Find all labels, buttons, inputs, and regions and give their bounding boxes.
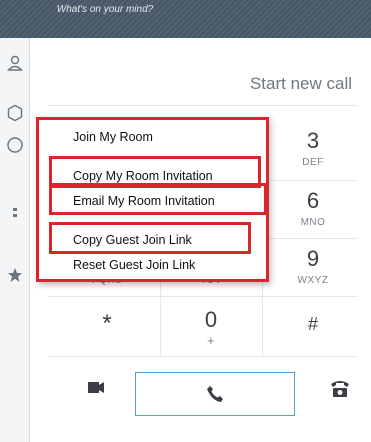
key-3[interactable]: 3 DEF bbox=[264, 120, 362, 180]
key-digit: 6 bbox=[306, 188, 320, 213]
video-icon[interactable] bbox=[88, 382, 104, 393]
call-actions bbox=[48, 360, 358, 416]
key-hash[interactable]: # bbox=[264, 297, 362, 357]
key-letters: DEF bbox=[302, 157, 324, 168]
call-button[interactable] bbox=[135, 372, 295, 416]
key-digit: # bbox=[307, 314, 318, 334]
menu-item-join-room[interactable]: Join My Room bbox=[39, 124, 153, 150]
desk-phone-icon[interactable] bbox=[330, 378, 350, 398]
menu-item-reset-guest-link[interactable]: Reset Guest Join Link bbox=[39, 252, 195, 278]
clock-icon[interactable] bbox=[6, 136, 24, 154]
key-6[interactable]: 6 MNO bbox=[264, 180, 362, 240]
key-digit: 3 bbox=[306, 128, 320, 153]
key-letters: + bbox=[206, 333, 216, 348]
status-input[interactable]: What's on your mind? bbox=[0, 4, 210, 15]
top-bar: What's on your mind? bbox=[0, 0, 371, 38]
phone-icon bbox=[207, 386, 223, 402]
sidebar bbox=[0, 38, 30, 442]
key-digit: 0 bbox=[204, 307, 218, 332]
highlight-email-room-invitation bbox=[49, 183, 267, 215]
user-icon[interactable] bbox=[6, 54, 24, 72]
key-9[interactable]: 9 WXYZ bbox=[264, 238, 362, 298]
key-letters: MNO bbox=[300, 217, 326, 228]
call-input[interactable]: Start new call bbox=[48, 62, 358, 106]
more-icon[interactable] bbox=[6, 206, 24, 224]
key-letters: WXYZ bbox=[297, 275, 329, 286]
room-context-menu: Join My Room Copy My Room Invitation Ema… bbox=[36, 117, 269, 282]
key-0[interactable]: 0 + bbox=[162, 297, 260, 357]
hexagon-icon[interactable] bbox=[6, 104, 24, 122]
key-digit: * bbox=[102, 310, 112, 337]
highlight-copy-guest-link bbox=[49, 222, 251, 254]
star-icon[interactable] bbox=[6, 266, 24, 284]
key-digit: 9 bbox=[306, 246, 320, 271]
key-star[interactable]: * bbox=[58, 297, 156, 357]
